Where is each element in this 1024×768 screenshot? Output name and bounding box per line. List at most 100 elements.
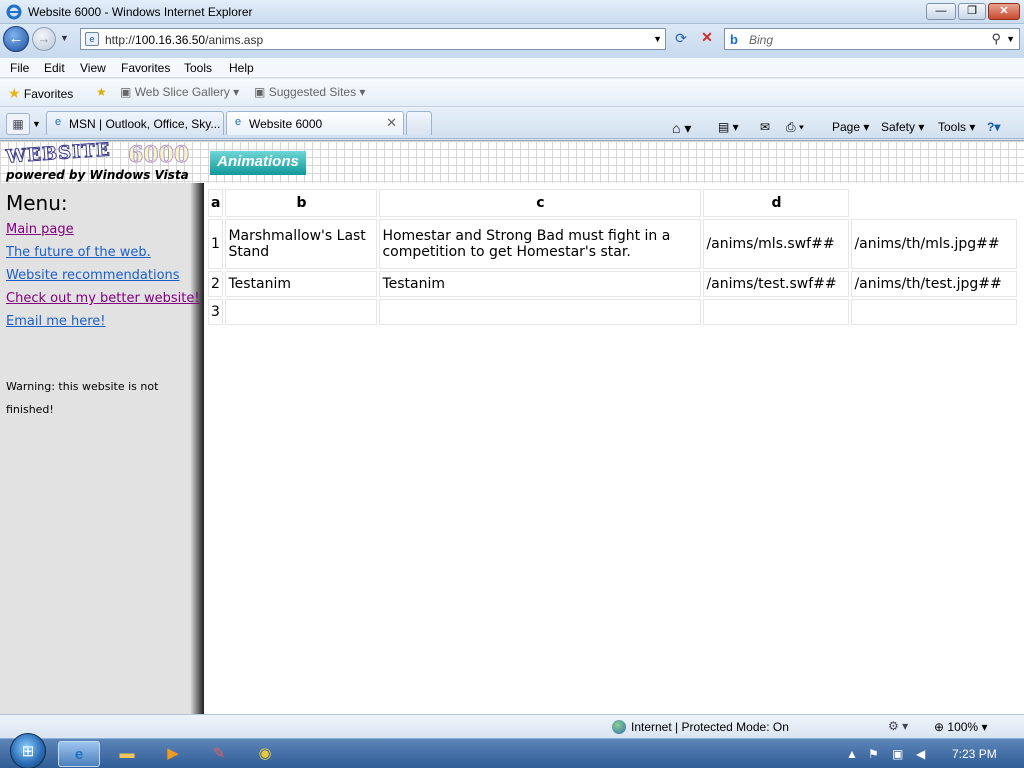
stop-button[interactable]: ✕ (696, 29, 718, 49)
tab-msn[interactable]: e MSN | Outlook, Office, Sky... (46, 111, 224, 135)
header-cell: c (379, 189, 702, 217)
table-cell: /anims/th/test.jpg## (851, 271, 1018, 297)
clock[interactable]: 7:23 PM (952, 747, 997, 761)
site-header: WEBSITE 6000 powered by Windows Vista An… (0, 139, 1024, 183)
sidebar: Menu: Main page The future of the web. W… (0, 183, 204, 715)
print-icon[interactable]: ⎙ ▾ (786, 120, 804, 135)
tab-list-dropdown[interactable]: ▼ (32, 119, 41, 129)
ie-page-icon: ▣ (254, 85, 266, 99)
minimize-icon: — (935, 5, 947, 17)
address-bar[interactable]: e http://100.16.36.50/anims.asp ▼ (80, 28, 666, 50)
taskbar-chrome-button[interactable]: ◉ (244, 741, 286, 767)
read-mail-icon[interactable]: ✉ (760, 120, 770, 134)
quick-tabs-icon: ▦ (12, 117, 24, 131)
table-cell: 2 (208, 271, 224, 297)
quick-tabs-button[interactable]: ▦ (6, 113, 30, 135)
table-cell: Testanim (225, 271, 378, 297)
search-placeholder[interactable]: Bing (749, 33, 773, 47)
taskbar-explorer-button[interactable]: ▬ (106, 741, 148, 767)
menu-tools[interactable]: Tools (184, 61, 212, 75)
help-icon[interactable]: ?▾ (987, 120, 1000, 134)
link-future-of-web[interactable]: The future of the web. (6, 245, 151, 260)
refresh-button[interactable]: ⟳ (670, 30, 692, 50)
feeds-icon[interactable]: ▤ ▾ (718, 120, 739, 134)
title-bar: Website 6000 - Windows Internet Explorer… (0, 0, 1024, 24)
minimize-button[interactable]: — (926, 3, 956, 20)
table-cell: Marshmallow's Last Stand (225, 219, 378, 269)
ie-icon (6, 4, 22, 20)
maximize-button[interactable]: ❐ (958, 3, 986, 20)
header-cell: d (703, 189, 850, 217)
menu-edit[interactable]: Edit (44, 61, 65, 75)
security-zone[interactable]: Internet | Protected Mode: On (612, 720, 789, 734)
table-cell: Testanim (379, 271, 702, 297)
network-icon[interactable]: ▣ (892, 747, 903, 761)
globe-icon (612, 720, 626, 734)
table-cell: 1 (208, 219, 224, 269)
taskbar-media-player-button[interactable]: ▶ (152, 741, 194, 767)
link-main-page[interactable]: Main page (6, 222, 74, 237)
tab-title: Website 6000 (249, 117, 323, 131)
link-email[interactable]: Email me here! (6, 314, 106, 329)
logo-number: 6000 (127, 142, 190, 169)
taskbar-ie-button[interactable]: e (58, 741, 100, 767)
search-icon[interactable]: ⚲ (991, 31, 1001, 47)
zoom-level[interactable]: ⊕ 100% ▾ (934, 720, 987, 734)
address-dropdown-icon[interactable]: ▼ (653, 34, 662, 44)
table-cell: /anims/th/mls.jpg## (851, 219, 1018, 269)
tab-website-6000[interactable]: e Website 6000 ✕ (226, 111, 404, 135)
volume-icon[interactable]: ◀ (916, 747, 925, 761)
table-row: 2 Testanim Testanim /anims/test.swf## /a… (208, 271, 1018, 297)
suggested-sites-link[interactable]: ▣ Suggested Sites ▾ (254, 85, 365, 99)
animations-table: a b c d 1 Marshmallow's Last Stand Homes… (206, 187, 1019, 327)
close-tab-icon[interactable]: ✕ (386, 115, 397, 131)
menu-heading: Menu: (6, 191, 68, 215)
logo-word: WEBSITE (5, 139, 112, 168)
show-hidden-icons-icon[interactable]: ▲ (846, 747, 858, 761)
safety-menu[interactable]: Safety ▾ (881, 120, 924, 134)
warning-text: Warning: this website is not finished! (6, 380, 159, 416)
refresh-icon: ⟳ (675, 30, 687, 46)
tab-bar: ▦ ▼ e MSN | Outlook, Office, Sky... e We… (0, 107, 1024, 139)
home-icon[interactable]: ⌂ ▾ (672, 120, 691, 137)
web-slice-gallery-link[interactable]: ▣ Web Slice Gallery ▾ (120, 85, 239, 99)
recent-pages-dropdown[interactable]: ▼ (60, 33, 69, 43)
windows-logo-icon: ⊞ (21, 743, 35, 760)
menu-bar: File Edit View Favorites Tools Help (0, 58, 1024, 78)
back-button[interactable]: ← (3, 26, 29, 52)
ie-page-icon: ▣ (120, 85, 132, 99)
close-icon: ✕ (999, 5, 1009, 17)
tab-title: MSN | Outlook, Office, Sky... (69, 117, 221, 131)
close-button[interactable]: ✕ (988, 3, 1020, 20)
protected-mode-icon[interactable]: ⚙ ▾ (888, 719, 908, 733)
media-player-icon: ▶ (167, 745, 179, 762)
menu-favorites[interactable]: Favorites (121, 61, 170, 75)
menu-file[interactable]: File (10, 61, 29, 75)
link-better-website[interactable]: Check out my better website! (6, 291, 200, 306)
address-url[interactable]: http://100.16.36.50/anims.asp (105, 33, 263, 47)
menu-view[interactable]: View (80, 61, 106, 75)
link-website-recommendations[interactable]: Website recommendations (6, 268, 180, 283)
ie-icon: e (74, 746, 84, 763)
favorites-button[interactable]: ★ Favorites (8, 85, 73, 102)
tools-menu[interactable]: Tools ▾ (938, 120, 975, 134)
table-header-row: a b c d (208, 189, 1017, 217)
window-title: Website 6000 - Windows Internet Explorer (28, 5, 253, 19)
taskbar-paint-button[interactable]: ✎ (198, 741, 240, 767)
header-cell: b (225, 189, 378, 217)
page-menu[interactable]: Page ▾ (832, 120, 869, 134)
search-box[interactable]: b Bing ⚲ ▼ (724, 28, 1020, 50)
status-bar: Internet | Protected Mode: On ⚙ ▾ ⊕ 100%… (0, 714, 1024, 738)
new-tab-button[interactable] (406, 111, 432, 135)
search-options-dropdown-icon[interactable]: ▼ (1006, 34, 1015, 44)
action-center-icon[interactable]: ⚑ (868, 747, 879, 761)
start-button[interactable]: ⊞ (10, 733, 46, 768)
section-title: Animations (210, 151, 306, 175)
add-favorite-icon: ★ (96, 85, 107, 99)
sidebar-shadow (190, 183, 204, 715)
menu-help[interactable]: Help (229, 61, 254, 75)
forward-button[interactable]: → (32, 27, 56, 51)
add-to-favorites-bar-button[interactable]: ★ (96, 85, 107, 99)
ie-tab-icon: e (54, 116, 62, 128)
table-cell: /anims/mls.swf## (703, 219, 850, 269)
